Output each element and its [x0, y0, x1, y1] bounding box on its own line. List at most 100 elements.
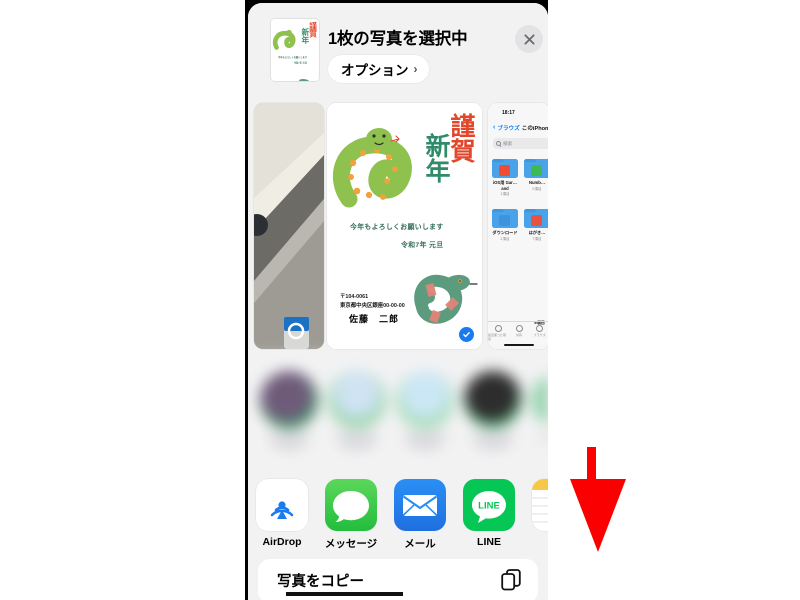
suggestion-subtitle [343, 444, 371, 450]
tab-browse[interactable]: ブラウズ [529, 322, 548, 341]
page-title: 1枚の写真を選択中 [328, 30, 468, 48]
media-thumbnail-previous[interactable] [254, 103, 324, 349]
tab-recents[interactable]: 最近使った項目 [488, 322, 509, 341]
share-target-mail[interactable]: メール [391, 479, 449, 551]
share-target-line[interactable]: LINE LINE [460, 479, 518, 548]
iphone-screenshot: 謹賀 新年 今年もよろしくお願いします 令和7年 元旦 佐藤 二郎 1枚の写真を… [245, 0, 548, 600]
greeting-small: 今年もよろしくお願いします [278, 56, 308, 59]
suggestion-subtitle [479, 444, 507, 450]
share-target-label: メール [404, 538, 436, 550]
suggestion-name [473, 434, 513, 441]
suggestion-name [337, 434, 377, 441]
notes-icon [532, 479, 548, 531]
media-thumbnail-selected[interactable]: 謹賀 新年 今年もよろしくお願いします 令和7年 元旦 〒104-0061 東京… [327, 103, 482, 349]
sender-name: 佐藤 二郎 [349, 314, 400, 324]
sink-photo-content [254, 103, 324, 349]
avatar [396, 371, 454, 429]
folder-item[interactable]: はがき… 7項目 [524, 209, 548, 242]
svg-text:LINE: LINE [478, 501, 500, 512]
files-search-field[interactable]: 検索 [493, 138, 548, 149]
suggestion-item[interactable] [464, 371, 522, 450]
avatar [260, 371, 318, 429]
suggestion-item[interactable] [328, 371, 386, 450]
copy-photo-action[interactable]: 写真をコピー [277, 570, 364, 591]
folder-icon [492, 209, 518, 228]
era-date-text: 令和7年 元旦 [401, 242, 444, 249]
folder-badge-icon [531, 164, 542, 176]
close-icon [523, 33, 535, 45]
home-indicator [504, 344, 534, 346]
tab-shared[interactable]: 共有 [509, 322, 530, 341]
media-thumbnail-next[interactable]: 18:17 ‹ ブラウズ このiPhone内 検索 [488, 103, 548, 349]
folder-badge-icon [499, 214, 510, 226]
kinga-text-small: 謹賀 [308, 22, 317, 38]
annotation-arrow-down [566, 447, 630, 553]
folder-icon [524, 159, 548, 178]
close-button[interactable] [515, 25, 543, 53]
suggestion-item[interactable] [260, 371, 318, 450]
share-target-airdrop[interactable]: AirDrop [253, 479, 311, 548]
chevron-right-icon: › [413, 62, 418, 76]
share-target-messages[interactable]: メッセージ [322, 479, 380, 551]
chevron-left-icon: ‹ [493, 124, 496, 131]
clock-icon [494, 325, 502, 332]
arrow-head-icon [570, 465, 626, 552]
files-nav-bar: ‹ ブラウズ このiPhone内 [493, 122, 548, 133]
annotation-underline [286, 592, 403, 596]
back-button-label[interactable]: ブラウズ [497, 124, 519, 132]
copy-icon[interactable] [501, 569, 521, 591]
tab-label: 最近使った項目 [488, 333, 507, 341]
selected-checkmark[interactable] [459, 327, 474, 342]
suggestion-subtitle [275, 444, 303, 450]
nengajo-card: 謹賀 新年 今年もよろしくお願いします 令和7年 元旦 〒104-0061 東京… [327, 103, 482, 349]
folder-label: はがき… [528, 230, 546, 235]
shared-icon [515, 325, 523, 332]
folder-count: 2項目 [500, 236, 510, 241]
suggestion-item[interactable] [532, 371, 548, 441]
share-sheet-header: 謹賀 新年 今年もよろしくお願いします 令和7年 元旦 佐藤 二郎 1枚の写真を… [248, 3, 548, 95]
airdrop-icon [256, 479, 308, 531]
share-sheet: 謹賀 新年 今年もよろしくお願いします 令和7年 元旦 佐藤 二郎 1枚の写真を… [248, 3, 548, 600]
folder-label: ダウンロード [492, 230, 518, 235]
avatar [328, 371, 386, 429]
search-icon [496, 141, 501, 146]
files-folder-grid: iOS用 Gar…and 1項目 Numb… 0項目 ダウンロード 2項目 はが… [492, 159, 548, 254]
folder-icon [492, 159, 518, 178]
avatar [532, 371, 548, 429]
kinga-text: 謹賀 [447, 113, 475, 163]
folder-item[interactable]: iOS用 Gar…and 1項目 [492, 159, 518, 197]
files-nav-title: このiPhone内 [521, 125, 548, 132]
messages-icon [325, 479, 377, 531]
suggestion-name [269, 434, 309, 441]
folder-count: 7項目 [532, 236, 542, 241]
folder-item[interactable]: ダウンロード 2項目 [492, 209, 518, 242]
folder-row: ダウンロード 2項目 はがき… 7項目 [492, 209, 548, 242]
suggestion-subtitle [411, 444, 439, 450]
folder-label: Numb… [528, 180, 546, 185]
header-thumbnail[interactable]: 謹賀 新年 今年もよろしくお願いします 令和7年 元旦 佐藤 二郎 [271, 19, 319, 81]
avatar [464, 371, 522, 429]
suggestion-item[interactable] [396, 371, 454, 450]
options-button-label: オプション [341, 63, 409, 78]
selected-media-strip[interactable]: 謹賀 新年 今年もよろしくお願いします 令和7年 元旦 〒104-0061 東京… [248, 95, 548, 357]
line-icon: LINE [463, 479, 515, 531]
share-target-label: メッセージ [324, 538, 378, 550]
airdrop-suggestions-row[interactable] [248, 357, 548, 465]
era-small: 令和7年 元旦 [293, 62, 308, 65]
folder-badge-icon [531, 214, 542, 226]
files-search-placeholder: 検索 [503, 140, 513, 146]
folder-count: 0項目 [532, 186, 542, 191]
arrow-shaft [587, 447, 596, 479]
folder-row: iOS用 Gar…and 1項目 Numb… 0項目 [492, 159, 548, 197]
folder-tab-icon [536, 325, 544, 332]
shinnen-text: 新年 [422, 133, 450, 183]
address-block: 〒104-0061 東京都中央区銀座00-00-00 [340, 293, 405, 311]
address-line: 東京都中央区銀座00-00-00 [340, 303, 405, 309]
share-target-notes[interactable] [529, 479, 548, 536]
folder-label: iOS用 Gar…and [493, 180, 517, 191]
app-share-row[interactable]: AirDrop メッセージ メール LINE LINE [248, 465, 548, 557]
options-button[interactable]: オプション › [328, 55, 429, 83]
share-target-label: AirDrop [262, 536, 302, 548]
tab-label: 共有 [516, 333, 523, 337]
folder-item[interactable]: Numb… 0項目 [524, 159, 548, 197]
